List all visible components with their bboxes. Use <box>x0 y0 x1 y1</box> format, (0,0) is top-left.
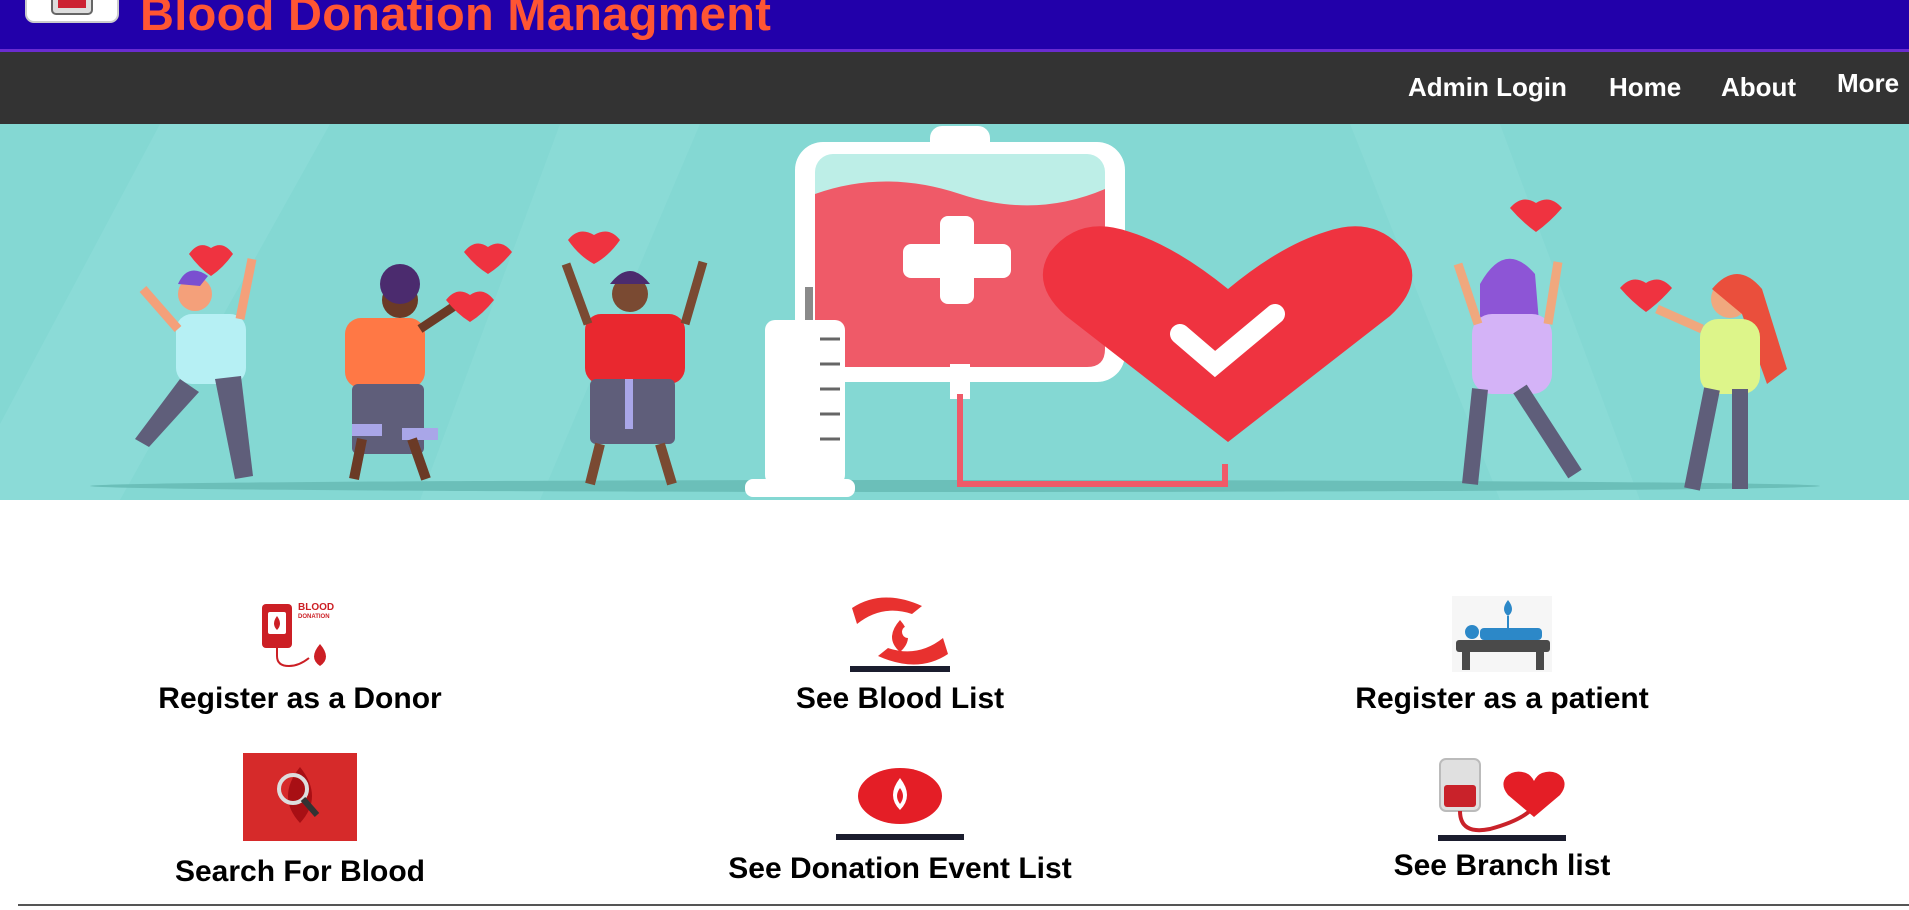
nav-bar: Admin Login Home About More <box>0 52 1909 124</box>
svg-text:DONATION: DONATION <box>298 614 330 620</box>
nav-admin-login[interactable]: Admin Login <box>1408 72 1567 103</box>
feature-see-branch-list[interactable]: See Branch list <box>1300 755 1704 883</box>
register-donor-label[interactable]: Register as a Donor <box>100 682 500 716</box>
blood-bag-heart-icon <box>1438 758 1566 841</box>
feature-register-donor[interactable]: BLOOD DONATION Register as a Donor <box>100 598 500 716</box>
register-patient-label[interactable]: Register as a patient <box>1300 682 1704 716</box>
bottom-divider <box>18 904 1909 906</box>
magnifier-blood-drop-icon <box>243 753 357 841</box>
hands-protecting-blood-drop-icon <box>850 597 950 672</box>
search-blood-label[interactable]: Search For Blood <box>100 855 500 889</box>
nav-home[interactable]: Home <box>1609 72 1681 103</box>
nav-about[interactable]: About <box>1721 72 1796 103</box>
blood-bag-logo-icon <box>25 0 119 23</box>
site-title: Blood Donation Managment <box>140 0 772 40</box>
header-bar: Blood Donation Managment <box>0 0 1909 52</box>
feature-see-donation-events[interactable]: See Donation Event List <box>700 762 1100 886</box>
blood-donation-banner-illustration <box>0 124 1909 500</box>
feature-register-patient[interactable]: Register as a patient <box>1300 596 1704 716</box>
blood-donation-bag-icon: BLOOD DONATION <box>262 602 334 668</box>
blood-drop-badge-icon <box>836 768 964 840</box>
see-branch-list-label[interactable]: See Branch list <box>1300 849 1704 883</box>
feature-search-blood[interactable]: Search For Blood <box>100 753 500 889</box>
nav-more[interactable]: More <box>1837 68 1899 99</box>
patient-bed-drip-icon <box>1452 596 1552 672</box>
see-blood-list-label[interactable]: See Blood List <box>700 682 1100 716</box>
svg-text:BLOOD: BLOOD <box>298 602 334 613</box>
feature-see-blood-list[interactable]: See Blood List <box>700 596 1100 716</box>
see-donation-events-label[interactable]: See Donation Event List <box>700 852 1100 886</box>
hero-banner <box>0 124 1909 500</box>
